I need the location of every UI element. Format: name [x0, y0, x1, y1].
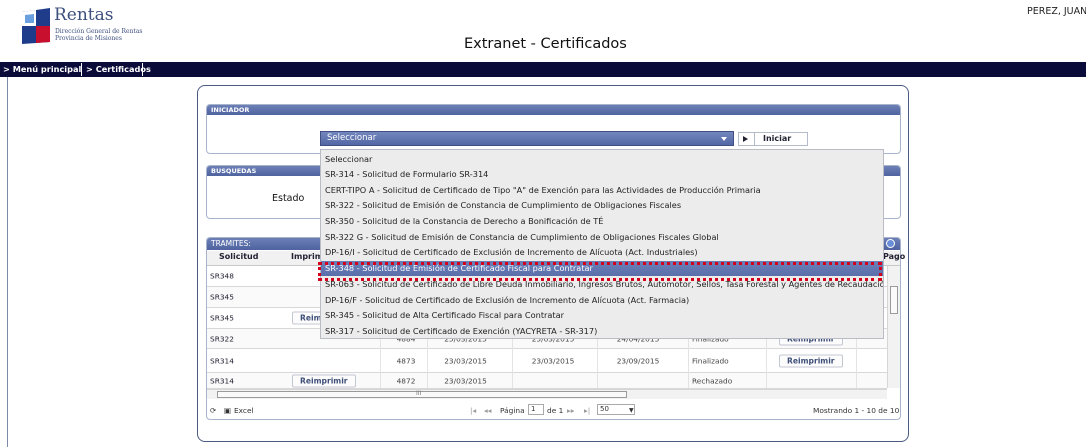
- play-icon: [743, 136, 748, 142]
- iniciar-button[interactable]: Iniciar: [738, 132, 808, 146]
- tramite-options-list: Seleccionar SR-314 - Solicitud de Formul…: [320, 149, 884, 339]
- scrollbar-thumb[interactable]: [890, 286, 898, 314]
- cell-fecha-solicitud: 23/03/2015: [444, 356, 487, 365]
- cell-solicitud: SR314: [210, 356, 234, 365]
- chevron-down-icon: ▼: [629, 407, 634, 414]
- scroll-grip: III: [416, 390, 422, 397]
- option-sr-348[interactable]: SR-348 - Solicitud de Emisión de Certifi…: [321, 261, 883, 276]
- cell-estado: Rechazado: [692, 376, 733, 385]
- excel-export-link[interactable]: Excel: [234, 406, 254, 415]
- excel-icon[interactable]: ▣: [224, 406, 231, 415]
- reimprimir-button[interactable]: Reimprimir: [292, 374, 356, 387]
- prev-page-icon[interactable]: ◂◂: [484, 406, 491, 415]
- cell-estado: Finalizado: [692, 356, 729, 365]
- cell-fecha-emision: 23/03/2015: [531, 356, 575, 365]
- cell-numero: 4872: [396, 376, 416, 385]
- option-sr-063[interactable]: SR-063 - Solicitud de Certificado de Lib…: [321, 277, 883, 292]
- nav-item-menu-principal[interactable]: > Menú principal: [0, 63, 82, 76]
- page-input[interactable]: 1: [528, 404, 544, 415]
- tramite-select-value: Seleccionar: [327, 133, 377, 143]
- col-pago[interactable]: Pago: [883, 252, 905, 261]
- button-divider: [754, 133, 755, 145]
- cell-numero: 4873: [396, 356, 416, 365]
- cell-solicitud: SR322: [210, 334, 234, 343]
- col-solicitud[interactable]: Solicitud: [219, 252, 258, 261]
- chevron-down-icon: [721, 137, 727, 141]
- logo-title: Rentas: [54, 5, 114, 25]
- last-page-icon[interactable]: ▸|: [584, 406, 590, 415]
- cell-solicitud: SR348: [210, 271, 234, 281]
- user-name: PEREZ, JUAN: [1027, 6, 1086, 17]
- option-sr-317[interactable]: SR-317 - Solicitud de Certificado de Exe…: [321, 324, 883, 339]
- rentas-logo: Rentas Dirección General de Rentas Provi…: [20, 5, 170, 53]
- first-page-icon[interactable]: |◂: [470, 406, 476, 415]
- page-title: Extranet - Certificados: [464, 36, 627, 52]
- scrollbar-thumb[interactable]: III: [217, 390, 627, 398]
- cell-solicitud: SR314: [210, 376, 234, 385]
- logo-subtitle-2: Provincia de Misiones: [55, 35, 122, 42]
- horizontal-scrollbar[interactable]: III: [207, 389, 887, 399]
- table-row[interactable]: SR314 4873 23/03/2015 23/03/2015 23/09/2…: [207, 349, 887, 373]
- cell-solicitud: SR345: [210, 313, 234, 323]
- cell-fecha-solicitud: 23/03/2015: [444, 376, 487, 385]
- iniciar-label: Iniciar: [763, 134, 792, 143]
- collapse-icon[interactable]: [886, 239, 895, 248]
- nav-item-certificados[interactable]: > Certificados: [83, 63, 151, 76]
- tramite-select[interactable]: Seleccionar: [320, 131, 734, 146]
- vertical-scrollbar[interactable]: [887, 266, 900, 388]
- table-row[interactable]: SR314 Reimprimir 4872 23/03/2015 Rechaza…: [207, 373, 887, 389]
- iniciador-header: INICIADOR: [207, 105, 900, 115]
- next-page-icon[interactable]: ▸▸: [567, 406, 574, 415]
- option-sr-322[interactable]: SR-322 - Solicitud de Emisión de Constan…: [321, 198, 883, 213]
- page-label: Página: [500, 406, 525, 415]
- page-count: de 1: [547, 406, 564, 415]
- nav-bar: > Menú principal > Certificados: [0, 62, 1086, 77]
- option-sr-322-g[interactable]: SR-322 G - Solicitud de Emisión de Const…: [321, 230, 883, 245]
- records-summary: Mostrando 1 - 10 de 10: [813, 406, 900, 415]
- option-dp-16-i[interactable]: DP-16/I - Solicitud de Certificado de Ex…: [321, 245, 883, 260]
- option-sr-345[interactable]: SR-345 - Solicitud de Alta Certificado F…: [321, 308, 883, 323]
- option-sr-350[interactable]: SR-350 - Solicitud de la Constancia de D…: [321, 214, 883, 229]
- cell-solicitud: SR345: [210, 292, 234, 302]
- logo-subtitle-1: Dirección General de Rentas: [55, 28, 143, 35]
- reimprimir-button[interactable]: Reimprimir: [779, 354, 843, 367]
- rentas-logo-icon: [22, 8, 50, 44]
- option-sr-314[interactable]: SR-314 - Solicitud de Formulario SR-314: [321, 167, 883, 182]
- estado-label: Estado: [272, 193, 305, 204]
- refresh-icon[interactable]: ⟳: [210, 406, 216, 415]
- option-dp-16-f[interactable]: DP-16/F - Solicitud de Certificado de Ex…: [321, 293, 883, 308]
- option-seleccionar[interactable]: Seleccionar: [321, 152, 883, 167]
- cell-fecha-vencimiento: 23/09/2015: [616, 356, 660, 365]
- grid-pager: ⟳ ▣ Excel |◂ ◂◂ Página 1 de 1 ▸▸ ▸| 50 ▼…: [207, 402, 900, 418]
- app-header: Rentas Dirección General de Rentas Provi…: [0, 0, 1086, 62]
- option-cert-tipo-a[interactable]: CERT-TIPO A - Solicitud de Certificado d…: [321, 183, 883, 198]
- iniciador-section: INICIADOR: [206, 104, 901, 154]
